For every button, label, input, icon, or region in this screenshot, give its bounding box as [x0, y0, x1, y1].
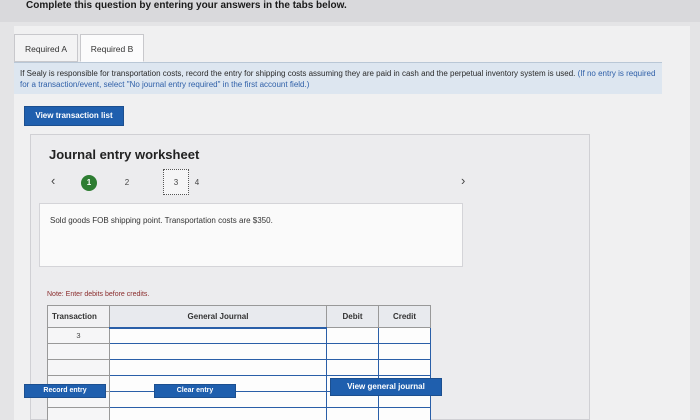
- table-row: [47, 359, 431, 376]
- debit-field[interactable]: [326, 327, 379, 344]
- transaction-number: 3: [47, 327, 110, 344]
- table-row: 3: [47, 327, 431, 344]
- step-4[interactable]: 4: [189, 175, 205, 191]
- account-field[interactable]: [109, 359, 327, 376]
- question-instruction: If Sealy is responsible for transportati…: [14, 62, 662, 94]
- view-general-journal-button[interactable]: View general journal: [330, 378, 442, 396]
- transaction-description-text: Sold goods FOB shipping point. Transport…: [50, 216, 273, 225]
- account-field[interactable]: [109, 327, 327, 344]
- debit-field[interactable]: [326, 407, 379, 420]
- tab-required-b[interactable]: Required B: [80, 34, 144, 62]
- credit-field[interactable]: [378, 407, 431, 420]
- transaction-description: Sold goods FOB shipping point. Transport…: [39, 203, 463, 267]
- transaction-cell: [47, 407, 110, 420]
- step-3-label: 3: [173, 178, 179, 187]
- tab-required-a[interactable]: Required A: [14, 34, 78, 62]
- entry-pager: ‹ 1 2 3 4 ›: [31, 167, 591, 197]
- debit-field[interactable]: [326, 359, 379, 376]
- transaction-cell: [47, 343, 110, 360]
- account-field[interactable]: [109, 343, 327, 360]
- journal-entry-worksheet: Journal entry worksheet ‹ 1 2 3 4 › Sold…: [30, 134, 590, 420]
- credit-field[interactable]: [378, 343, 431, 360]
- credit-field[interactable]: [378, 359, 431, 376]
- col-general-journal: General Journal: [109, 305, 327, 329]
- table-row: [47, 343, 431, 360]
- debit-field[interactable]: [326, 343, 379, 360]
- top-banner: Complete this question by entering your …: [0, 0, 700, 22]
- debits-note: Note: Enter debits before credits.: [47, 291, 150, 298]
- main-panel: Required A Required B If Sealy is respon…: [14, 26, 690, 420]
- col-transaction: Transaction: [47, 305, 110, 328]
- credit-field[interactable]: [378, 327, 431, 344]
- transaction-cell: [47, 359, 110, 376]
- col-debit: Debit: [326, 305, 379, 328]
- clear-entry-button[interactable]: Clear entry: [154, 384, 236, 398]
- step-1[interactable]: 1: [81, 175, 97, 191]
- chevron-left-icon[interactable]: ‹: [51, 173, 55, 188]
- step-2[interactable]: 2: [119, 175, 135, 191]
- step-3-current[interactable]: 3: [163, 169, 189, 195]
- worksheet-title: Journal entry worksheet: [49, 147, 200, 162]
- record-entry-button[interactable]: Record entry: [24, 384, 106, 398]
- question-text: If Sealy is responsible for transportati…: [20, 69, 576, 78]
- top-instruction: Complete this question by entering your …: [26, 0, 347, 11]
- col-credit: Credit: [378, 305, 431, 328]
- view-transaction-list-button[interactable]: View transaction list: [24, 106, 124, 126]
- chevron-right-icon[interactable]: ›: [461, 173, 465, 188]
- account-field[interactable]: [109, 407, 327, 420]
- table-row: [47, 407, 431, 420]
- journal-table: Transaction General Journal Debit Credit…: [47, 305, 431, 420]
